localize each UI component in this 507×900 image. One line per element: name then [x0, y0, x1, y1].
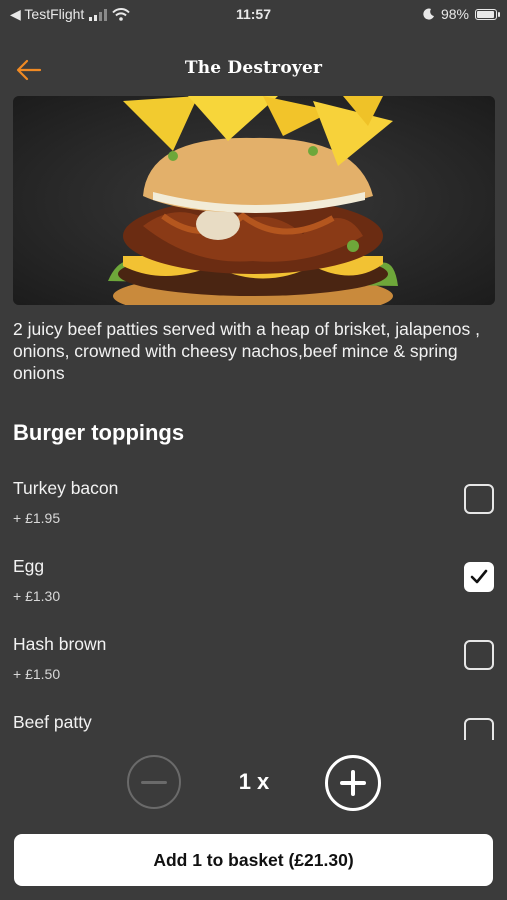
battery-icon [475, 8, 500, 20]
product-image [13, 96, 495, 305]
topping-checkbox[interactable] [464, 562, 494, 592]
topping-name: Hash brown [13, 634, 107, 654]
checkmark-icon [470, 569, 488, 584]
decrease-quantity-button[interactable] [127, 755, 181, 809]
quantity-stepper: 1 x [0, 755, 507, 811]
topping-name: Turkey bacon [13, 478, 119, 498]
topping-checkbox[interactable] [464, 718, 494, 740]
topping-checkbox[interactable] [464, 484, 494, 514]
scroll-clip: Beef patty [0, 700, 507, 740]
page-title: The Destroyer [184, 58, 323, 78]
topping-option-turkey-bacon[interactable]: Turkey bacon + £1.95 [13, 478, 494, 548]
product-description: 2 juicy beef patties served with a heap … [13, 319, 480, 383]
topping-option-beef-patty[interactable]: Beef patty [13, 712, 494, 740]
topping-checkbox[interactable] [464, 640, 494, 670]
increase-quantity-button[interactable] [325, 755, 381, 811]
battery-percent: 98% [440, 6, 469, 22]
status-bar: ◀ TestFlight 11:57 98% [0, 0, 507, 30]
topping-price: + £1.95 [13, 510, 61, 526]
moon-icon [423, 8, 434, 20]
topping-option-hash-brown[interactable]: Hash brown + £1.50 [13, 634, 494, 704]
topping-option-egg[interactable]: Egg + £1.30 [13, 556, 494, 626]
topping-name: Beef patty [13, 712, 92, 732]
topping-name: Egg [13, 556, 45, 576]
header: The Destroyer [0, 48, 507, 92]
topping-price: + £1.50 [13, 666, 61, 682]
add-to-basket-button[interactable]: Add 1 to basket (£21.30) [14, 834, 493, 886]
battery-level [477, 10, 494, 18]
status-right: 98% [423, 6, 500, 22]
topping-price: + £1.30 [13, 588, 61, 604]
quantity-value: 1 x [238, 769, 270, 794]
section-title: Burger toppings [13, 420, 185, 445]
